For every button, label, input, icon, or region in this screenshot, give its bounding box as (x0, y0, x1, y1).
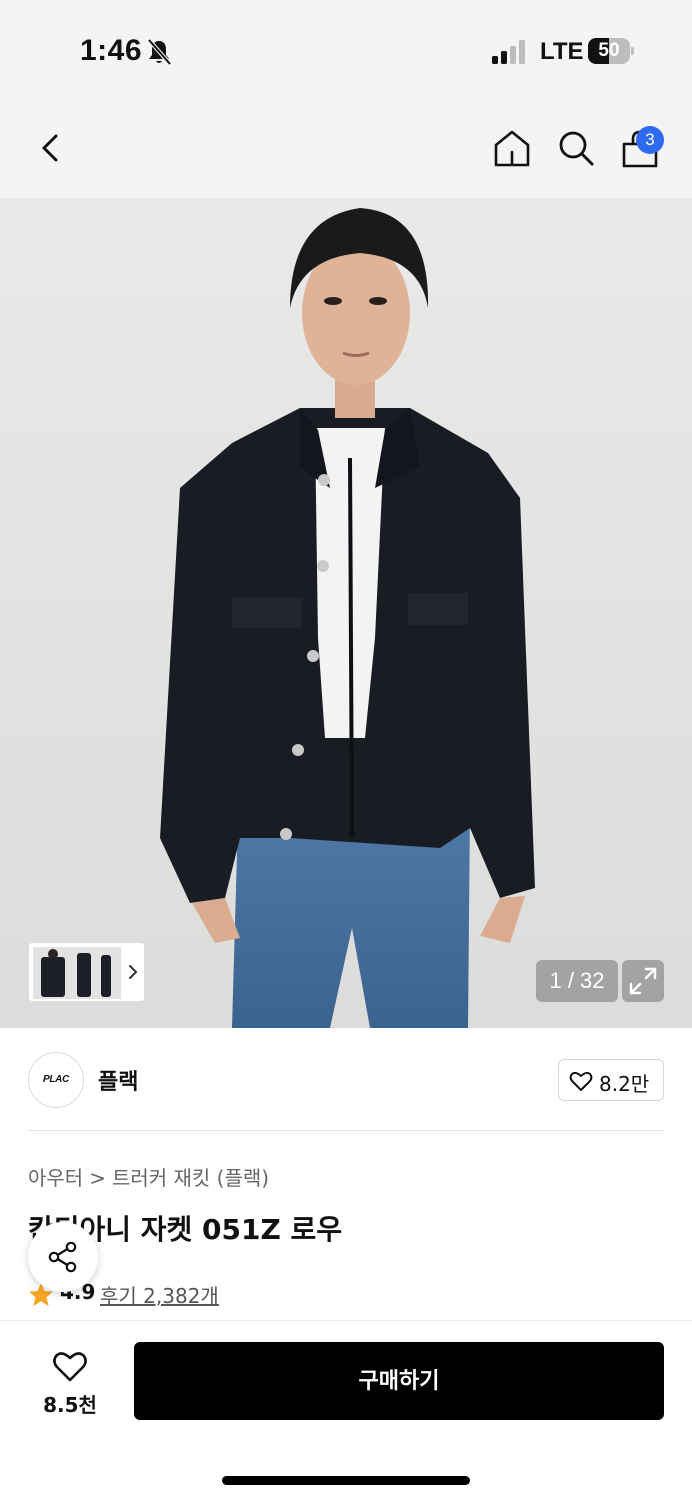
wishlist-count: 8.5천 (43, 1393, 97, 1417)
heart-icon (569, 1071, 593, 1091)
review-count-link[interactable]: 후기 2,382개 (100, 1280, 219, 1309)
image-counter: 1 / 32 (536, 960, 618, 1002)
wishlist-button[interactable]: 8.5천 (34, 1345, 106, 1417)
home-icon[interactable] (492, 128, 532, 168)
buy-button[interactable]: 구매하기 (134, 1342, 664, 1420)
brand-logo[interactable]: PLAC (28, 1052, 84, 1108)
share-icon (48, 1241, 77, 1273)
divider (28, 1130, 664, 1131)
breadcrumb-separator: > (89, 1166, 106, 1190)
expand-icon (629, 967, 657, 995)
thumbnail-strip[interactable] (28, 942, 145, 1002)
breadcrumb-category[interactable]: 아우터 (28, 1166, 83, 1190)
battery-percent: 50 (598, 40, 620, 61)
product-image-gallery[interactable]: 1 / 32 (0, 198, 692, 1028)
status-bar: 1:46 LTE 50 (0, 0, 692, 100)
brand-like-button[interactable]: 8.2만 (558, 1059, 664, 1101)
back-icon[interactable] (32, 128, 72, 168)
home-indicator (222, 1476, 470, 1485)
search-icon[interactable] (556, 128, 596, 168)
bell-off-icon (147, 38, 172, 66)
share-button[interactable] (28, 1222, 98, 1292)
heart-icon (53, 1352, 87, 1382)
breadcrumb: 아우터 > 트러커 재킷 (플랙) (28, 1162, 269, 1191)
product-photo (0, 198, 692, 1028)
brand-name[interactable]: 플랙 (98, 1064, 138, 1096)
status-time: 1:46 (80, 34, 143, 67)
bottom-action-bar: 8.5천 구매하기 (0, 1320, 692, 1500)
signal-icon (492, 40, 525, 64)
cart-count-badge: 3 (636, 126, 664, 154)
brand-like-count: 8.2만 (599, 1072, 650, 1096)
network-type: LTE (540, 38, 584, 65)
top-nav (0, 100, 692, 198)
expand-button[interactable] (622, 960, 664, 1002)
battery-icon: 50 (588, 38, 634, 64)
chevron-right-icon (129, 965, 138, 979)
thumbnail-image (33, 947, 121, 999)
breadcrumb-subcategory[interactable]: 트러커 재킷 (플랙) (112, 1166, 269, 1190)
